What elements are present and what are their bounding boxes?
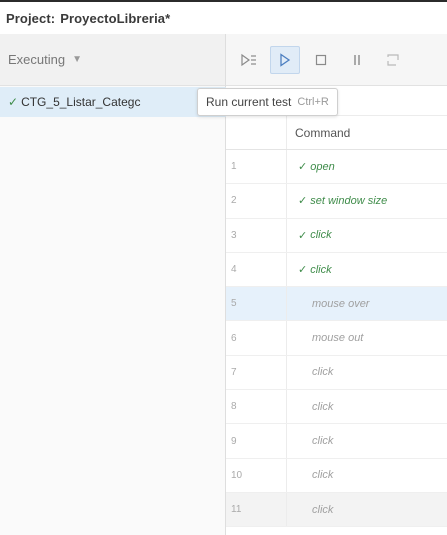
check-icon: ✓ (298, 264, 308, 277)
tooltip-shortcut: Ctrl+R (297, 96, 329, 108)
row-number: 4 (226, 252, 287, 287)
row-command: mouse over (287, 287, 369, 320)
table-row[interactable]: 5 mouse over (226, 287, 447, 322)
command-name: click (312, 503, 334, 516)
command-name: click (312, 435, 334, 448)
run-all-icon (241, 53, 256, 66)
run-all-tests-button[interactable] (234, 46, 264, 74)
pause-icon (354, 54, 360, 65)
run-current-test-tooltip: Run current test Ctrl+R (197, 88, 338, 116)
row-command: ✓ set window size (287, 184, 387, 217)
step-over-button[interactable] (378, 46, 408, 74)
row-command: click (287, 493, 333, 526)
command-name: click (312, 400, 334, 413)
row-number: 6 (226, 321, 287, 355)
row-number: 3 (226, 218, 287, 252)
table-row[interactable]: 7 click (226, 355, 447, 391)
table-row[interactable]: 2 ✓ set window size (226, 184, 447, 219)
row-command: mouse out (287, 321, 363, 354)
table-row[interactable]: 6 mouse out (226, 321, 447, 356)
row-command: click (287, 356, 333, 389)
test-list-item[interactable]: ✓ CTG_5_Listar_Categc (0, 87, 226, 117)
chevron-down-icon: ▼ (72, 54, 82, 65)
table-row[interactable]: 10 click (226, 458, 447, 493)
command-name: click (310, 229, 332, 242)
check-icon: ✓ (298, 195, 308, 208)
test-name: CTG_5_Listar_Categc (21, 95, 141, 109)
row-command: click (287, 459, 333, 492)
command-name: click (312, 366, 334, 379)
run-current-icon (280, 52, 291, 67)
row-number: 2 (226, 184, 287, 218)
row-command: click (287, 390, 333, 423)
project-title-bar: Project: ProyectoLibreria* (0, 2, 447, 34)
check-icon: ✓ (298, 161, 308, 174)
table-row[interactable]: 11 click (226, 492, 447, 528)
row-number: 8 (226, 390, 287, 424)
table-row[interactable]: 4 ✓ click (226, 252, 447, 288)
command-name: set window size (310, 194, 388, 207)
command-name: click (310, 263, 332, 276)
row-command: click (287, 424, 333, 457)
table-row[interactable]: 9 click (226, 424, 447, 459)
playback-toolbar (226, 34, 447, 86)
command-name: click (312, 469, 334, 482)
check-icon: ✓ (298, 229, 308, 242)
command-name: mouse out (312, 332, 364, 345)
run-current-test-button[interactable] (270, 45, 300, 74)
row-command: ✓ click (287, 219, 332, 252)
project-name[interactable]: ProyectoLibreria* (60, 11, 170, 26)
suite-dropdown-label: Executing (8, 52, 66, 67)
command-name: open (310, 160, 335, 173)
stop-button[interactable] (306, 46, 336, 74)
row-number: 5 (226, 287, 287, 321)
table-row[interactable]: 3 ✓ click (226, 218, 447, 253)
project-label: Project: (6, 10, 56, 26)
row-number: 11 (226, 492, 287, 527)
test-suite-panel: Executing ▼ ✓ CTG_5_Listar_Categc (0, 34, 226, 535)
pause-button[interactable] (342, 46, 372, 74)
command-name: mouse over (312, 297, 370, 310)
row-command: ✓ open (287, 150, 335, 183)
row-number: 1 (226, 150, 287, 184)
row-command: ✓ click (287, 253, 332, 286)
suite-dropdown[interactable]: Executing ▼ (0, 34, 225, 86)
tooltip-text: Run current test (206, 95, 292, 109)
stop-icon (315, 54, 327, 65)
step-icon (387, 53, 399, 66)
command-table: Command 1 ✓ open 2 ✓ set window size 3 ✓ click 4 ✓… (226, 86, 447, 535)
row-number: 10 (226, 458, 287, 492)
table-header: Command (226, 116, 447, 150)
table-row[interactable]: 1 ✓ open (226, 150, 447, 185)
row-number: 9 (226, 424, 287, 458)
command-rows: 1 ✓ open 2 ✓ set window size 3 ✓ click 4 ✓ click 5 mo… (226, 150, 447, 528)
command-column-header: Command (295, 125, 351, 140)
row-number: 7 (226, 355, 287, 390)
check-icon: ✓ (8, 95, 19, 109)
table-row[interactable]: 8 click (226, 390, 447, 425)
number-column-header (226, 116, 287, 149)
